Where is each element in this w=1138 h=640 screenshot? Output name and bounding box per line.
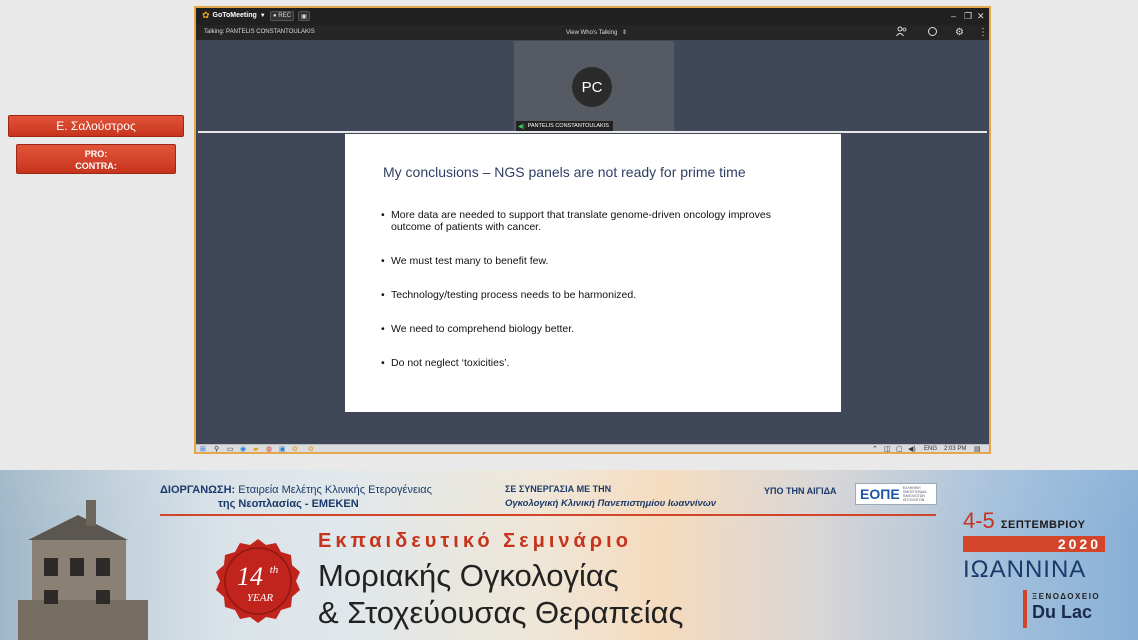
hotel-accent-bar: [1023, 590, 1027, 628]
slide-title: My conclusions – NGS panels are not read…: [383, 164, 746, 180]
banner-divider: [160, 514, 936, 516]
cooperation-label: ΣΕ ΣΥΝΕΡΓΑΣΙΑ ΜΕ ΤΗΝ: [505, 484, 612, 494]
store-icon[interactable]: ▣: [279, 445, 286, 452]
network-icon[interactable]: ◫: [884, 445, 891, 452]
gotomeeting-logo-icon: ✿: [202, 10, 210, 20]
event-dates: 4-5 ΣΕΠΤΕΜΒΡΙΟΥ: [963, 508, 1085, 534]
speaker-name-label: Ε. Σαλούστρος: [8, 115, 184, 137]
view-mode-selector[interactable]: View Who's Talking ⇕: [566, 29, 627, 36]
pro-contra-label: PRO: CONTRA:: [16, 144, 176, 174]
chat-icon[interactable]: [927, 26, 938, 41]
eope-logo-text: ΕΟΠΕ: [860, 486, 900, 502]
display-icon[interactable]: ▢: [896, 445, 903, 452]
folder-icon[interactable]: ▰: [253, 445, 258, 452]
event-year: 2020: [963, 536, 1105, 552]
participant-name-tag: ◀) PANTELIS CONSTANTOULAKIS: [516, 121, 613, 131]
volume-icon[interactable]: ◀): [908, 445, 916, 452]
language-indicator[interactable]: ENG: [924, 446, 937, 452]
organizer-line-2: της Νεοπλασίας - ΕΜΕΚΕΝ: [218, 498, 359, 510]
meeting-toolbar: Talking: PANTELIS CONSTANTOULAKIS View W…: [196, 25, 989, 40]
slide-bullet: We must test many to benefit few.: [381, 255, 801, 267]
restore-button[interactable]: ❐: [964, 10, 972, 22]
clock[interactable]: 2:03 PM: [944, 446, 966, 452]
app-taskbar-icon[interactable]: ✿: [308, 445, 314, 452]
avatar: PC: [572, 67, 612, 107]
title-bar: ✿ GoToMeeting ▼ ● REC ▣ – ❐ ✕: [196, 8, 989, 25]
windows-taskbar: ⊞ ⚲ ▭ ◉ ▰ ◍ ▣ ✿ ✿ ⌃ ◫ ▢ ◀) ENG 2:03 PM ▤: [196, 444, 989, 452]
event-month: ΣΕΠΤΕΜΒΡΙΟΥ: [1000, 519, 1086, 531]
eope-logo: ΕΟΠΕ ΕΛΛΗΝΙΚΗ ΟΜΟΣΠΟΝΔΙΑ ΠΑΘΟΛΟΓΩΝ ΟΓΚΟΛ…: [855, 483, 937, 505]
conference-banner: ΔΙΟΡΓΑΝΩΣΗ: Εταιρεία Μελέτης Κλινικής Ετ…: [0, 470, 1138, 640]
hotel-name: Du Lac: [1032, 602, 1093, 622]
pro-label: PRO:: [84, 149, 108, 159]
lock-button[interactable]: ▣: [298, 11, 310, 21]
slide-bullet: Do not neglect ‘toxicities’.: [381, 357, 801, 369]
notifications-icon[interactable]: ▤: [974, 445, 981, 452]
chevron-up-icon[interactable]: ⌃: [872, 445, 878, 452]
task-view-icon[interactable]: ▭: [227, 445, 234, 452]
close-button[interactable]: ✕: [977, 10, 985, 22]
app-menu[interactable]: ✿ GoToMeeting ▼: [202, 11, 266, 20]
view-mode-label: View Who's Talking: [566, 30, 618, 36]
windows-start-icon[interactable]: ⊞: [200, 445, 206, 452]
meeting-window: ✿ GoToMeeting ▼ ● REC ▣ – ❐ ✕ Talking: P…: [194, 6, 991, 454]
shared-slide: My conclusions – NGS panels are not read…: [345, 134, 841, 412]
contra-label: CONTRA:: [75, 161, 117, 171]
recording-chip[interactable]: ● REC: [270, 11, 294, 21]
chevron-down-icon: ▼: [259, 12, 266, 19]
slide-bullet-list: More data are needed to support that tra…: [381, 209, 801, 369]
edge-icon[interactable]: ◉: [240, 445, 246, 452]
eope-logo-subtitle: ΕΛΛΗΝΙΚΗ ΟΜΟΣΠΟΝΔΙΑ ΠΑΘΟΛΟΓΩΝ ΟΓΚΟΛΟΓΩΝ: [902, 486, 927, 502]
lock-icon: ▣: [301, 13, 307, 20]
aegis-label: ΥΠΟ ΤΗΝ ΑΙΓΙΔΑ: [764, 486, 837, 496]
stage-divider: [198, 131, 987, 133]
stone-tower-image: [18, 500, 148, 640]
meeting-stage: PC ◀) PANTELIS CONSTANTOULAKIS My conclu…: [196, 40, 989, 444]
event-days: 4-5: [963, 508, 995, 533]
hotel-label: ΞΕΝΟΔΟΧΕΙΟ: [1032, 592, 1101, 601]
minimize-button[interactable]: –: [951, 10, 956, 22]
participant-name: PANTELIS CONSTANTOULAKIS: [527, 123, 609, 129]
slide-bullet: Technology/testing process needs to be h…: [381, 289, 801, 301]
14th-year-seal-badge: 14 th YEAR: [216, 539, 300, 623]
seminar-subject-line-1: Μοριακής Ογκολογίας: [318, 558, 619, 593]
microphone-icon: ◀): [518, 123, 525, 130]
organizer-line-1: ΔΙΟΡΓΑΝΩΣΗ: Εταιρεία Μελέτης Κλινικής Ετ…: [160, 484, 432, 496]
slide-bullet: More data are needed to support that tra…: [381, 209, 801, 233]
search-icon[interactable]: ⚲: [214, 445, 219, 452]
talking-indicator: Talking: PANTELIS CONSTANTOULAKIS: [204, 29, 315, 35]
chrome-icon[interactable]: ◍: [266, 445, 272, 452]
seminar-title: Εκπαιδευτικό Σεμινάριο: [318, 530, 632, 552]
badge-suffix: th: [270, 564, 279, 576]
chevron-updown-icon: ⇕: [621, 30, 627, 36]
organizer-name: Εταιρεία Μελέτης Κλινικής Ετερογένειας: [238, 484, 432, 496]
event-city: ΙΩΑΝΝΙΝΑ: [963, 556, 1087, 583]
gear-icon[interactable]: ⚙: [955, 26, 964, 39]
badge-year: YEAR: [247, 592, 274, 604]
organizer-label: ΔΙΟΡΓΑΝΩΣΗ:: [160, 484, 236, 496]
seminar-subject-line-2: & Στοχεύουσας Θεραπείας: [318, 595, 684, 630]
gotomeeting-taskbar-icon[interactable]: ✿: [292, 445, 298, 452]
more-vertical-icon[interactable]: ⋮: [978, 26, 988, 39]
badge-number: 14: [237, 562, 263, 591]
cooperation-name: Ογκολογική Κλινική Πανεπιστημίου Ιωαννίν…: [505, 498, 717, 509]
slide-bullet: We need to comprehend biology better.: [381, 323, 801, 335]
people-icon[interactable]: [896, 26, 908, 41]
participant-video-tile[interactable]: PC ◀) PANTELIS CONSTANTOULAKIS: [514, 41, 674, 131]
app-name: GoToMeeting: [212, 12, 257, 19]
